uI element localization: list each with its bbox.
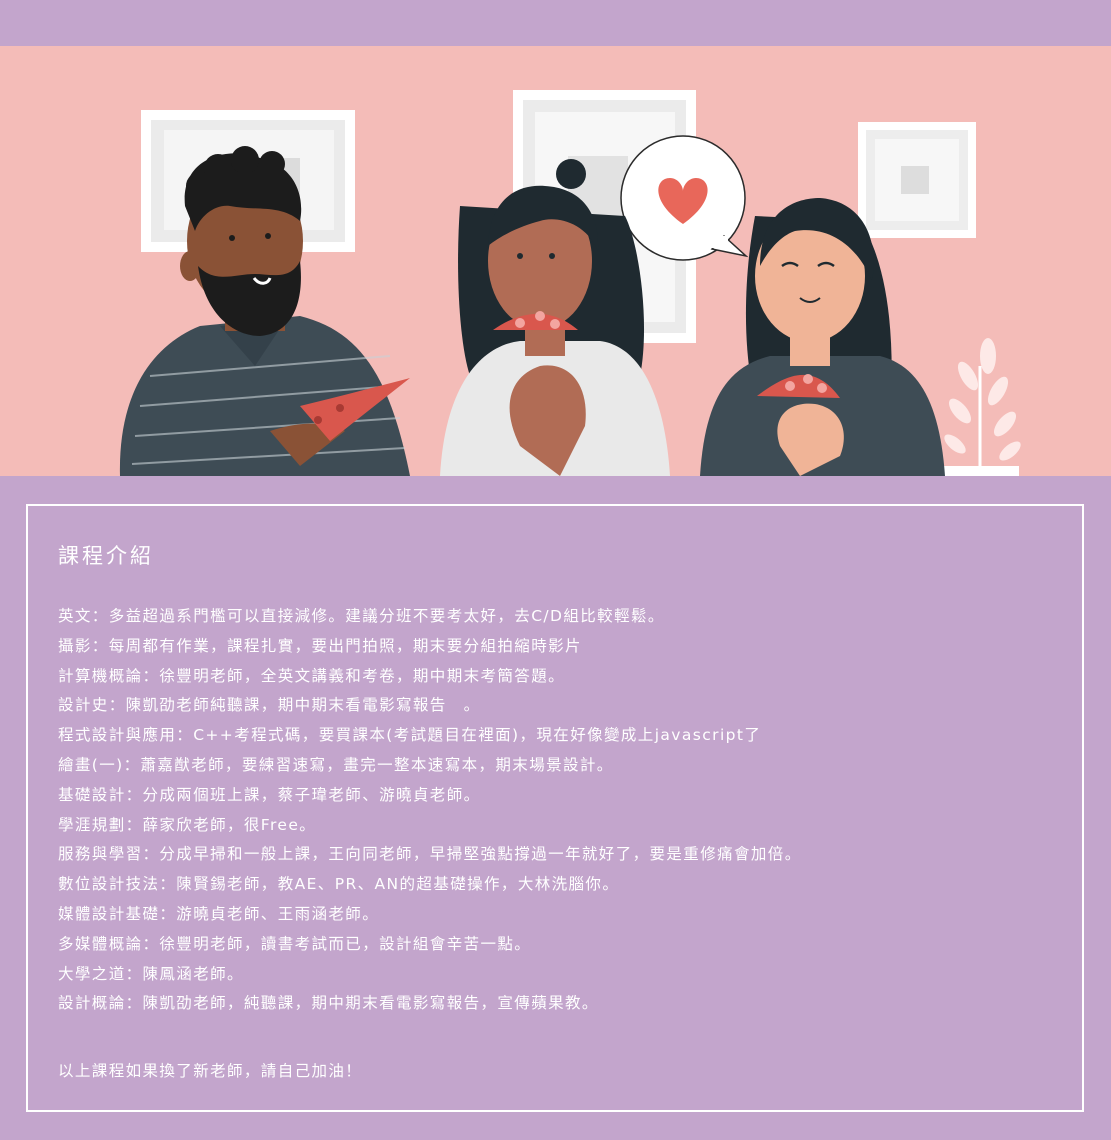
list-item: 繪畫(一)：蕭嘉猷老師，要練習速寫，畫完一整本速寫本，期末場景設計。	[58, 755, 614, 774]
heart-speech-bubble-icon	[620, 135, 749, 261]
course-list: 英文：多益超過系門檻可以直接減修。建議分班不要考太好，去C/D組比較輕鬆。 攝影…	[58, 602, 802, 1019]
list-item: 攝影：每周都有作業，課程扎實，要出門拍照，期末要分組拍縮時影片	[58, 636, 582, 655]
potted-plant-icon	[943, 338, 1021, 476]
list-item: 設計概論：陳凱劭老師，純聽課，期中期末看電影寫報告，宣傳蘋果教。	[58, 994, 599, 1013]
illustration-svg	[119, 90, 1021, 476]
list-item: 數位設計技法：陳賢錫老師，教AE、PR、AN的超基礎操作，大林洗腦你。	[58, 875, 620, 894]
list-item: 媒體設計基礎：游曉貞老師、王雨涵老師。	[58, 904, 380, 923]
list-item: 程式設計與應用：C++考程式碼，要買課本(考試題目在裡面)，現在好像變成上jav…	[58, 726, 762, 745]
list-item: 大學之道：陳鳳涵老師。	[58, 964, 244, 983]
list-item: 設計史：陳凱劭老師純聽課，期中期末看電影寫報告 。	[58, 696, 481, 715]
person-right	[700, 198, 945, 476]
list-item: 學涯規劃：薛家欣老師，很Free。	[58, 815, 317, 834]
picture-frame-icon	[858, 122, 976, 238]
list-item: 多媒體概論：徐豐明老師，讀書考試而已，設計組會辛苦一點。	[58, 934, 532, 953]
section-title: 課程介紹	[58, 544, 154, 568]
list-item: 基礎設計：分成兩個班上課，蔡子瑋老師、游曉貞老師。	[58, 785, 481, 804]
list-item: 英文：多益超過系門檻可以直接減修。建議分班不要考太好，去C/D組比較輕鬆。	[58, 607, 665, 625]
footer-note: 以上課程如果換了新老師，請自己加油！	[58, 1062, 363, 1080]
list-item: 服務與學習：分成早掃和一般上課，王向同老師，早掃堅強點撐過一年就好了，要是重修痛…	[58, 845, 802, 864]
hero-illustration	[0, 46, 1111, 476]
list-item: 計算機概論：徐豐明老師，全英文講義和考卷，期中期末考簡答題。	[58, 666, 566, 685]
course-panel: 課程介紹 英文：多益超過系門檻可以直接減修。建議分班不要考太好，去C/D組比較輕…	[26, 504, 1084, 1112]
top-band	[0, 0, 1111, 46]
